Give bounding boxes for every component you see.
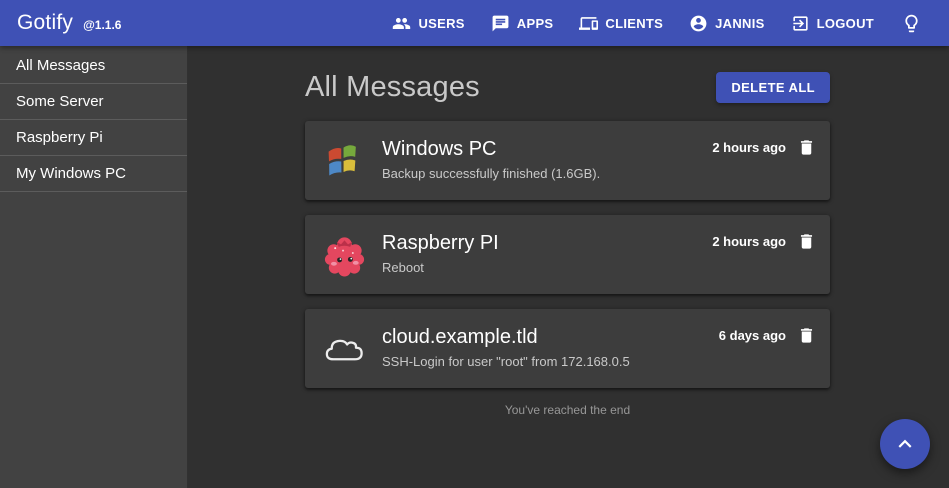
account-circle-icon (689, 14, 708, 33)
top-app-bar: Gotify @1.1.6 USERS APPS CLIENTS JANNIS … (0, 0, 949, 46)
message-body: Reboot (382, 260, 712, 276)
message-timestamp: 2 hours ago (712, 140, 786, 155)
nav-clients-button[interactable]: CLIENTS (566, 6, 676, 41)
app-version: @1.1.6 (83, 18, 121, 32)
navbar-actions: USERS APPS CLIENTS JANNIS LOGOUT (379, 5, 932, 42)
message-card: Raspberry PI Reboot 2 hours ago (305, 215, 830, 294)
lightbulb-icon (901, 13, 922, 34)
theme-toggle-button[interactable] (887, 5, 932, 42)
sidebar-item-label: Some Server (16, 93, 104, 110)
sidebar: All Messages Some Server Raspberry Pi My… (0, 46, 188, 488)
nav-clients-label: CLIENTS (605, 16, 663, 31)
sidebar-item-raspberry-pi[interactable]: Raspberry Pi (0, 120, 187, 156)
sidebar-item-label: All Messages (16, 57, 105, 74)
users-icon (392, 14, 411, 33)
devices-icon (579, 14, 598, 33)
nav-user-account-button[interactable]: JANNIS (676, 6, 777, 41)
scroll-to-top-button[interactable] (880, 419, 930, 469)
nav-username-label: JANNIS (715, 16, 764, 31)
trash-icon (797, 232, 816, 251)
message-timestamp: 2 hours ago (712, 234, 786, 249)
message-title: cloud.example.tld (382, 325, 719, 349)
end-of-list-text: You've reached the end (305, 403, 830, 417)
message-title: Windows PC (382, 137, 712, 161)
nav-apps-label: APPS (517, 16, 554, 31)
trash-icon (797, 326, 816, 345)
logout-icon (791, 14, 810, 33)
nav-users-button[interactable]: USERS (379, 6, 477, 41)
main-content: All Messages DELETE ALL Windows PC Backu… (188, 46, 949, 488)
app-title: Gotify (17, 11, 73, 35)
delete-message-button[interactable] (797, 232, 816, 251)
sidebar-item-some-server[interactable]: Some Server (0, 84, 187, 120)
nav-logout-button[interactable]: LOGOUT (778, 6, 887, 41)
message-body: Backup successfully finished (1.6GB). (382, 166, 712, 182)
nav-logout-label: LOGOUT (817, 16, 874, 31)
raspberry-icon (321, 231, 368, 278)
nav-users-label: USERS (418, 16, 464, 31)
chat-icon (491, 14, 510, 33)
message-timestamp: 6 days ago (719, 328, 786, 343)
delete-message-button[interactable] (797, 138, 816, 157)
nav-apps-button[interactable]: APPS (478, 6, 567, 41)
sidebar-item-all-messages[interactable]: All Messages (0, 48, 187, 84)
message-title: Raspberry PI (382, 231, 712, 255)
cloud-icon (321, 325, 368, 372)
page-title: All Messages (305, 71, 480, 104)
message-body: SSH-Login for user "root" from 172.168.0… (382, 354, 719, 370)
sidebar-item-my-windows-pc[interactable]: My Windows PC (0, 156, 187, 192)
message-card: Windows PC Backup successfully finished … (305, 121, 830, 200)
page-header: All Messages DELETE ALL (305, 71, 830, 104)
sidebar-item-label: Raspberry Pi (16, 129, 103, 146)
message-card: cloud.example.tld SSH-Login for user "ro… (305, 309, 830, 388)
windows-logo-icon (321, 137, 368, 184)
sidebar-item-label: My Windows PC (16, 165, 126, 182)
delete-message-button[interactable] (797, 326, 816, 345)
delete-all-button[interactable]: DELETE ALL (716, 72, 830, 103)
chevron-up-icon (892, 431, 918, 457)
trash-icon (797, 138, 816, 157)
